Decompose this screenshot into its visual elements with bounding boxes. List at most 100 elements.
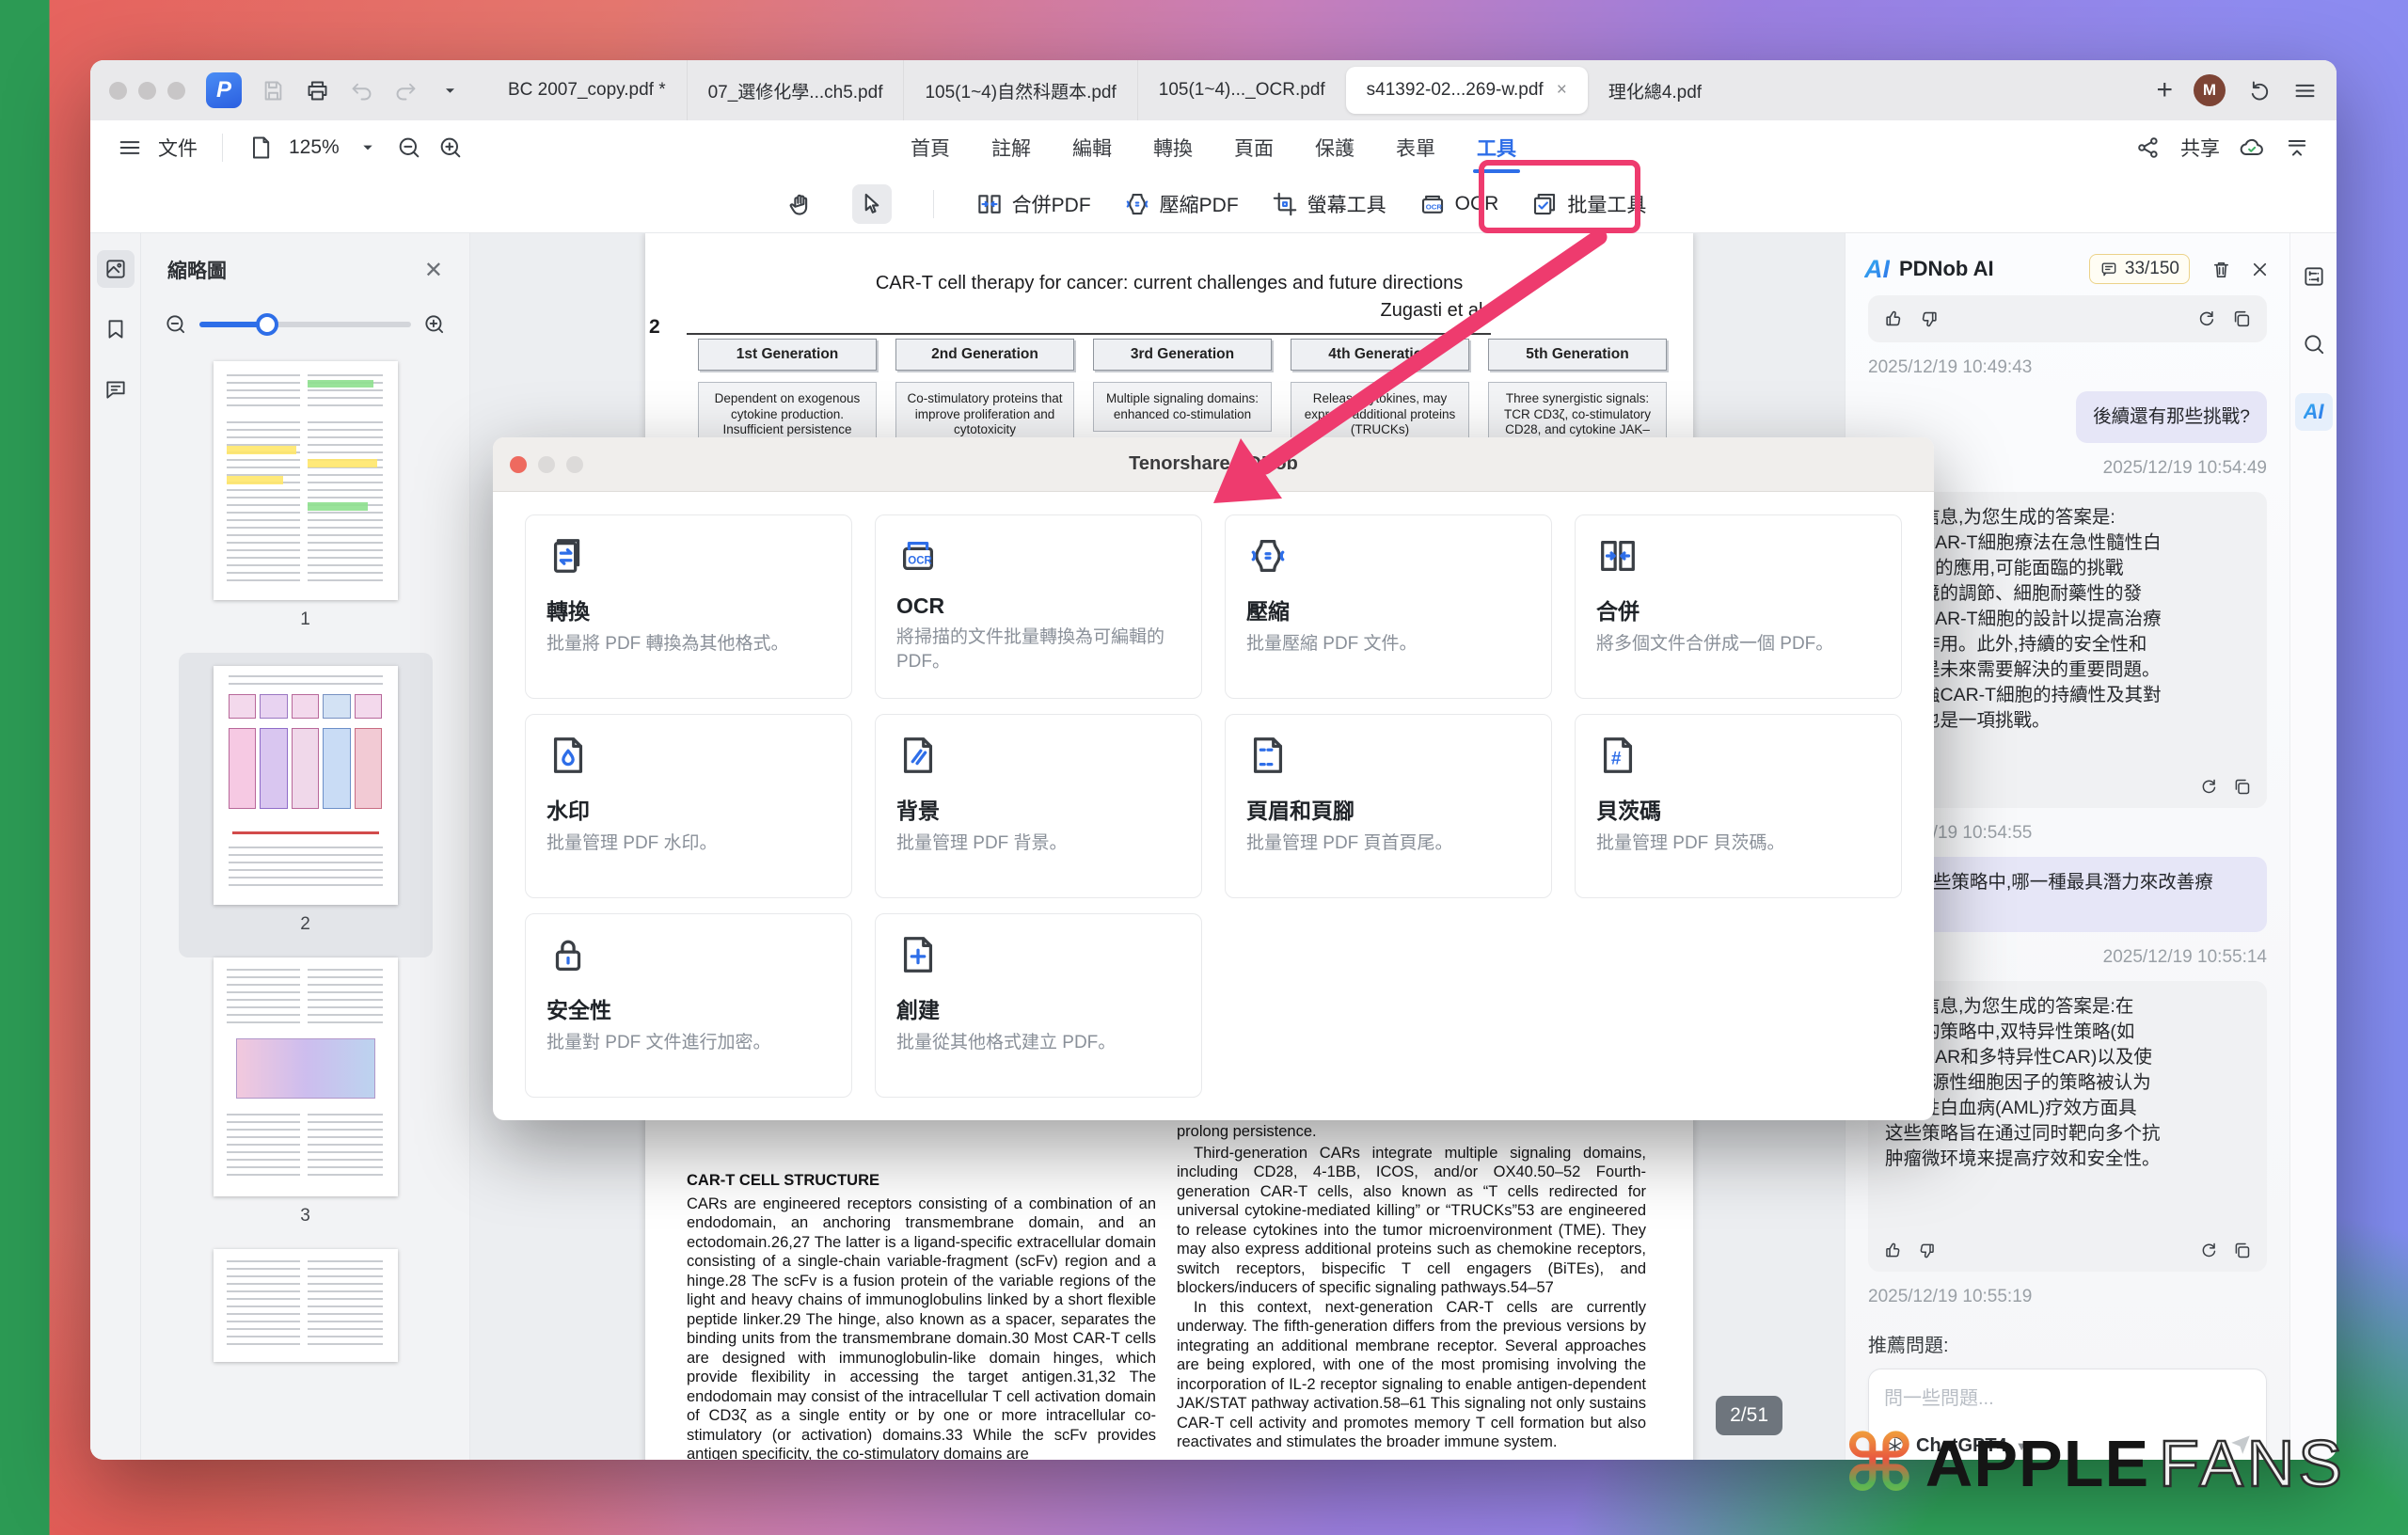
tab-document[interactable]: 理化總4.pdf [1588,60,1722,120]
print-icon[interactable] [305,78,330,103]
ocr-icon: OCR [1418,190,1447,218]
new-tab-button[interactable]: + [2156,76,2173,104]
thumbs-up-icon[interactable] [1883,1241,1903,1260]
search-icon [2302,332,2326,356]
close-window-button[interactable] [109,82,127,100]
copy-icon[interactable] [2232,777,2252,797]
comment-icon [103,377,128,402]
generation-label: 4th Generation [1291,339,1469,371]
window-traffic-lights[interactable] [109,82,185,100]
watermark-apple: APPLE [1925,1426,2149,1501]
merge-pdf-button[interactable]: 合併PDF [975,190,1091,218]
card-convert[interactable]: 轉換 批量將 PDF 轉換為其他格式。 [525,514,852,699]
background-icon [896,734,940,777]
card-watermark[interactable]: 水印 批量管理 PDF 水印。 [525,714,852,898]
tab-document[interactable]: 105(1~4)..._OCR.pdf [1137,60,1346,120]
share-label[interactable]: 共享 [2180,134,2220,162]
clear-chat-trash-icon[interactable] [2210,259,2232,280]
menu-edit[interactable]: 編輯 [1072,120,1112,175]
ai-assistant-button[interactable]: AI [2295,393,2333,431]
page-indicator: 2/51 [1716,1396,1782,1435]
close-panel-icon[interactable] [2249,259,2271,280]
save-icon[interactable] [261,78,286,103]
thumbnails-panel-button[interactable] [97,250,135,288]
collapse-toolbar-icon[interactable] [2284,135,2310,161]
redo-icon[interactable] [393,78,419,103]
share-icon[interactable] [2135,135,2162,161]
thumbnail-page-2-selected[interactable]: 2 [179,653,433,957]
close-tab-icon[interactable]: × [1557,80,1567,101]
card-ocr[interactable]: OCR OCR 將掃描的文件批量轉換為可編輯的 PDF。 [875,514,1202,699]
tab-document-active[interactable]: s41392-02...269-w.pdf × [1346,67,1588,114]
slider-knob[interactable] [256,313,278,336]
undo-icon[interactable] [349,78,374,103]
regenerate-icon[interactable] [2198,1241,2218,1260]
sync-icon[interactable] [2246,78,2272,103]
card-create[interactable]: 創建 批量從其他格式建立 PDF。 [875,913,1202,1098]
user-message: 些策略中,哪一種最具潛力來改善療 [1916,857,2267,932]
card-desc: 批量管理 PDF 頁首頁尾。 [1246,831,1530,856]
zoom-in-icon[interactable] [437,135,464,161]
card-desc: 將掃描的文件批量轉換為可編輯的 PDF。 [896,625,1180,674]
menu-home[interactable]: 首頁 [911,120,950,175]
copy-icon[interactable] [2231,309,2252,329]
cloud-sync-icon[interactable] [2239,135,2265,161]
ai-icon: AI [2304,400,2324,424]
tab-label: BC 2007_copy.pdf * [508,80,666,101]
search-button[interactable] [2295,325,2333,363]
compress-pdf-button[interactable]: 壓縮PDF [1123,190,1239,218]
copy-icon[interactable] [2232,1241,2252,1260]
minimize-window-button[interactable] [138,82,156,100]
menu-annotate[interactable]: 註解 [991,120,1031,175]
avatar[interactable]: M [2194,74,2226,106]
regenerate-icon[interactable] [2195,309,2216,329]
close-sidebar-icon[interactable]: ✕ [424,257,443,284]
chat-count-icon [2099,260,2118,278]
zoom-out-icon[interactable] [396,135,422,161]
menu-form[interactable]: 表單 [1396,120,1435,175]
bookmarks-panel-button[interactable] [97,310,135,348]
card-security[interactable]: 安全性 批量對 PDF 文件進行加密。 [525,913,852,1098]
screen-tools-button[interactable]: 螢幕工具 [1271,190,1386,218]
card-background[interactable]: 背景 批量管理 PDF 背景。 [875,714,1202,898]
zoom-level[interactable]: 125% [289,136,340,159]
thumbs-down-icon[interactable] [1919,309,1940,329]
thumbnail-page-1[interactable]: 1 [214,361,398,653]
generation-label: 1st Generation [698,339,877,371]
card-compress[interactable]: 壓縮 批量壓縮 PDF 文件。 [1225,514,1552,699]
thumb-zoom-out-icon[interactable] [164,312,188,337]
tab-document[interactable]: BC 2007_copy.pdf * [487,60,687,120]
menu-convert[interactable]: 轉換 [1153,120,1193,175]
thumbnail-page-3[interactable]: 3 [214,957,398,1249]
quota-value: 33/150 [2125,259,2179,279]
cursor-icon [858,190,886,218]
paragraph-fragment: prolong persistence. [1177,1122,1646,1142]
watermark-fans: FANS [2159,1426,2346,1501]
regenerate-icon[interactable] [2198,777,2218,797]
panel-toggle-button[interactable] [2295,258,2333,295]
card-bates[interactable]: # 貝茨碼 批量管理 PDF 貝茨碼。 [1575,714,1902,898]
thumbnail-zoom-slider[interactable] [199,322,411,327]
generation-label: 5th Generation [1488,339,1667,371]
menu-page[interactable]: 頁面 [1234,120,1274,175]
comments-panel-button[interactable] [97,371,135,408]
select-tool-button[interactable] [852,184,892,224]
thumbs-down-icon[interactable] [1917,1241,1937,1260]
zoom-window-button[interactable] [167,82,185,100]
menu-protect[interactable]: 保護 [1315,120,1354,175]
hand-tool-button[interactable] [781,184,820,224]
page-fit-icon[interactable] [247,135,274,161]
hamburger-menu-icon[interactable] [2292,78,2318,103]
file-menu-icon[interactable] [117,135,143,161]
thumbs-up-icon[interactable] [1883,309,1904,329]
thumb-zoom-in-icon[interactable] [422,312,447,337]
card-header-footer[interactable]: 頁眉和頁腳 批量管理 PDF 頁首頁尾。 [1225,714,1552,898]
tab-document[interactable]: 105(1~4)自然科題本.pdf [903,60,1136,120]
file-menu[interactable]: 文件 [158,134,198,162]
tab-document[interactable]: 07_選修化學...ch5.pdf [687,60,904,120]
zoom-caret-icon[interactable] [355,135,381,161]
thumbnail-image [214,361,398,600]
thumbnail-page-4[interactable] [214,1249,398,1362]
chevron-down-icon[interactable] [437,78,463,103]
card-merge[interactable]: 合併 將多個文件合併成一個 PDF。 [1575,514,1902,699]
